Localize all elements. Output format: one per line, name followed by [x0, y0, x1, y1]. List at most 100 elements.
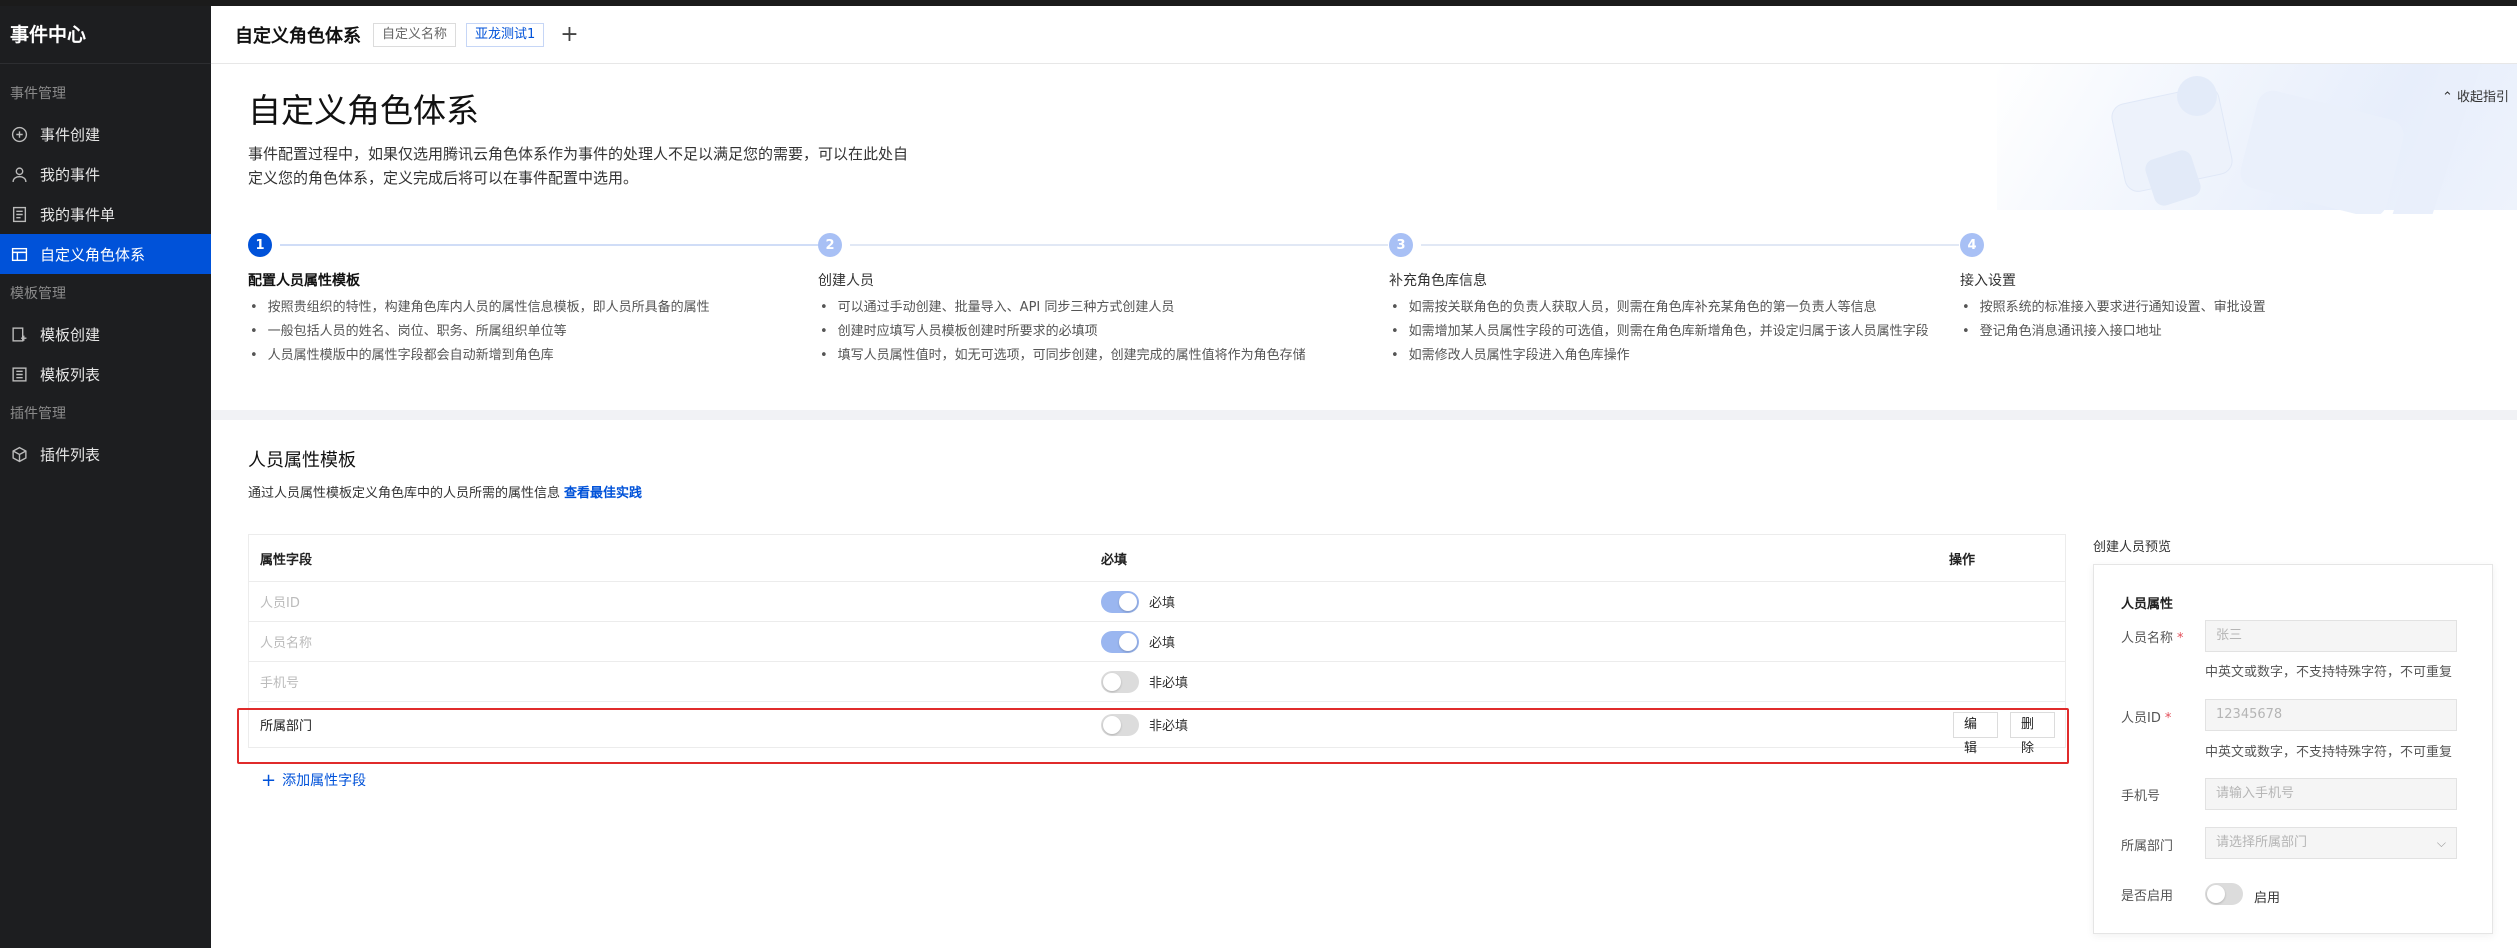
step-bullet: 如需修改人员属性字段进入角色库操作 [1389, 344, 1959, 368]
person-name-input[interactable]: 张三 [2205, 620, 2457, 652]
chevron-up-icon: ⌃ [2441, 90, 2453, 105]
step-bullet: 一般包括人员的姓名、岗位、职务、所属组织单位等 [248, 320, 818, 344]
plus-icon: + [261, 770, 277, 791]
step-number: 2 [818, 233, 842, 257]
role-system-icon [10, 245, 28, 263]
template-add-icon [10, 325, 28, 343]
field-label: 所属部门 [2121, 839, 2174, 854]
sidebar-section-template: 模板管理 [10, 286, 66, 302]
document-icon [10, 205, 28, 223]
collapse-guide-button[interactable]: ⌃ 收起指引 [2442, 86, 2509, 105]
page-title: 自定义角色体系 [235, 25, 361, 47]
field-name: 人员ID [260, 596, 300, 611]
sidebar-item-label: 自定义角色体系 [40, 245, 146, 264]
sidebar-item-template-list[interactable]: 模板列表 [0, 354, 211, 394]
step-title: 配置人员属性模板 [248, 273, 360, 289]
attribute-template-section: 人员属性模板 通过人员属性模板定义角色库中的人员所需的属性信息 查看最佳实践 属性… [211, 420, 2517, 948]
tab-yalong-test[interactable]: 亚龙测试1 [466, 22, 545, 47]
user-icon [10, 165, 28, 183]
sidebar: 事件中心 事件管理 事件创建 我的事件 我的事件单 自定义角色体系 模板管理 模… [0, 6, 211, 948]
sidebar-item-label: 我的事件 [40, 165, 101, 184]
column-header: 必填 [1101, 552, 1128, 568]
sidebar-item-label: 模板创建 [40, 325, 101, 344]
sidebar-item-my-tickets[interactable]: 我的事件单 [0, 194, 211, 234]
sidebar-section-plugin: 插件管理 [10, 406, 66, 422]
column-header: 属性字段 [260, 552, 313, 568]
required-label: 必填 [1149, 596, 1176, 611]
plugin-icon [10, 445, 28, 463]
sidebar-item-label: 我的事件单 [40, 205, 116, 224]
step-bullet: 填写人员属性值时，如无可选项，可同步创建，创建完成的属性值将作为角色存储 [818, 344, 1388, 368]
required-toggle[interactable] [1101, 670, 1139, 693]
step-2: 2 创建人员 可以通过手动创建、批量导入、API 同步三种方式创建人员 创建时应… [818, 232, 1388, 368]
step-title: 补充角色库信息 [1389, 273, 1487, 289]
step-bullet: 人员属性模版中的属性字段都会自动新增到角色库 [248, 344, 818, 368]
intro-banner: 自定义角色体系 事件配置过程中，如果仅选用腾讯云角色体系作为事件的处理人不足以满… [211, 64, 2517, 214]
sidebar-item-label: 插件列表 [40, 445, 101, 464]
page-header: 自定义角色体系 自定义名称 亚龙测试1 + [211, 6, 2517, 64]
required-toggle[interactable] [1101, 630, 1139, 653]
intro-title: 自定义角色体系 [248, 91, 479, 130]
step-number: 4 [1960, 233, 1984, 257]
attribute-table: 属性字段 必填 操作 人员ID 必填 人员名称 必填 手机号 非必填 所属部门 … [248, 534, 2066, 756]
step-bullet: 如需按关联角色的负责人获取人员，则需在角色库补充某角色的第一负责人等信息 [1389, 296, 1959, 320]
sidebar-item-plugin-list[interactable]: 插件列表 [0, 434, 211, 474]
create-person-preview: 人员属性 人员名称 * 张三 中英文或数字，不支持特殊字符，不可重复 人员ID * … [2093, 564, 2493, 934]
banner-illustration [1997, 64, 2517, 214]
field-label: 手机号 [2121, 789, 2161, 804]
field-label: 人员ID * [2121, 711, 2172, 726]
person-id-input[interactable]: 12345678 [2205, 699, 2457, 731]
guide-steps: 1 配置人员属性模板 按照贵组织的特性，构建角色库内人员的属性信息模板，即人员所… [211, 214, 2517, 414]
step-title: 创建人员 [818, 273, 874, 289]
sidebar-item-label: 模板列表 [40, 365, 101, 384]
field-name: 手机号 [260, 676, 300, 691]
required-label: 非必填 [1149, 676, 1189, 691]
step-4: 4 接入设置 按照系统的标准接入要求进行通知设置、审批设置 登记角色消息通讯接入… [1960, 232, 2500, 344]
required-toggle[interactable] [1101, 713, 1139, 736]
field-name: 人员名称 [260, 636, 313, 651]
field-hint: 中英文或数字，不支持特殊字符，不可重复 [2205, 665, 2453, 680]
step-bullet: 可以通过手动创建、批量导入、API 同步三种方式创建人员 [818, 296, 1388, 320]
add-tab-button[interactable]: + [560, 23, 578, 46]
required-toggle[interactable] [1101, 590, 1139, 613]
column-header: 操作 [1949, 552, 1976, 568]
step-bullet: 按照系统的标准接入要求进行通知设置、审批设置 [1960, 296, 2500, 320]
enabled-toggle[interactable] [2205, 883, 2243, 905]
step-title: 接入设置 [1960, 273, 2016, 289]
table-row: 手机号 非必填 [249, 661, 2065, 701]
toggle-label: 启用 [2254, 891, 2281, 906]
step-bullet: 按照贵组织的特性，构建角色库内人员的属性信息模板，即人员所具备的属性 [248, 296, 818, 320]
step-1: 1 配置人员属性模板 按照贵组织的特性，构建角色库内人员的属性信息模板，即人员所… [248, 232, 818, 368]
step-3: 3 补充角色库信息 如需按关联角色的负责人获取人员，则需在角色库补充某角色的第一… [1389, 232, 1959, 368]
edit-button[interactable]: 编辑 [1953, 711, 1998, 756]
add-field-button[interactable]: + 添加属性字段 [261, 770, 366, 791]
template-list-icon [10, 365, 28, 383]
step-number: 1 [248, 233, 272, 257]
phone-input[interactable]: 请输入手机号 [2205, 778, 2457, 810]
table-header: 属性字段 必填 操作 [249, 535, 2065, 581]
tab-custom-name[interactable]: 自定义名称 [373, 22, 457, 47]
sidebar-item-template-create[interactable]: 模板创建 [0, 314, 211, 354]
required-label: 必填 [1149, 636, 1176, 651]
preview-section-title: 人员属性 [2121, 597, 2174, 612]
sidebar-item-custom-role-system[interactable]: 自定义角色体系 [0, 234, 211, 274]
delete-button[interactable]: 删除 [2010, 711, 2055, 756]
sidebar-item-label: 事件创建 [40, 125, 101, 144]
table-row: 所属部门 非必填 编辑 删除 [249, 701, 2065, 756]
section-divider [211, 410, 2517, 420]
section-description: 通过人员属性模板定义角色库中的人员所需的属性信息 查看最佳实践 [248, 486, 643, 501]
field-label: 是否启用 [2121, 889, 2174, 904]
best-practice-link[interactable]: 查看最佳实践 [564, 486, 642, 501]
sidebar-section-event: 事件管理 [10, 86, 66, 102]
chevron-down-icon: ⌵ [2436, 836, 2446, 850]
field-name: 所属部门 [260, 719, 313, 734]
sidebar-item-my-events[interactable]: 我的事件 [0, 154, 211, 194]
intro-description: 事件配置过程中，如果仅选用腾讯云角色体系作为事件的处理人不足以满足您的需要，可以… [248, 145, 909, 187]
department-select[interactable]: 请选择所属部门 ⌵ [2205, 827, 2457, 859]
preview-label: 创建人员预览 [2093, 540, 2172, 555]
app-title: 事件中心 [0, 6, 211, 64]
step-number: 3 [1389, 233, 1413, 257]
sidebar-item-event-create[interactable]: 事件创建 [0, 114, 211, 154]
field-hint: 中英文或数字，不支持特殊字符，不可重复 [2205, 745, 2453, 760]
field-label: 人员名称 * [2121, 631, 2184, 646]
